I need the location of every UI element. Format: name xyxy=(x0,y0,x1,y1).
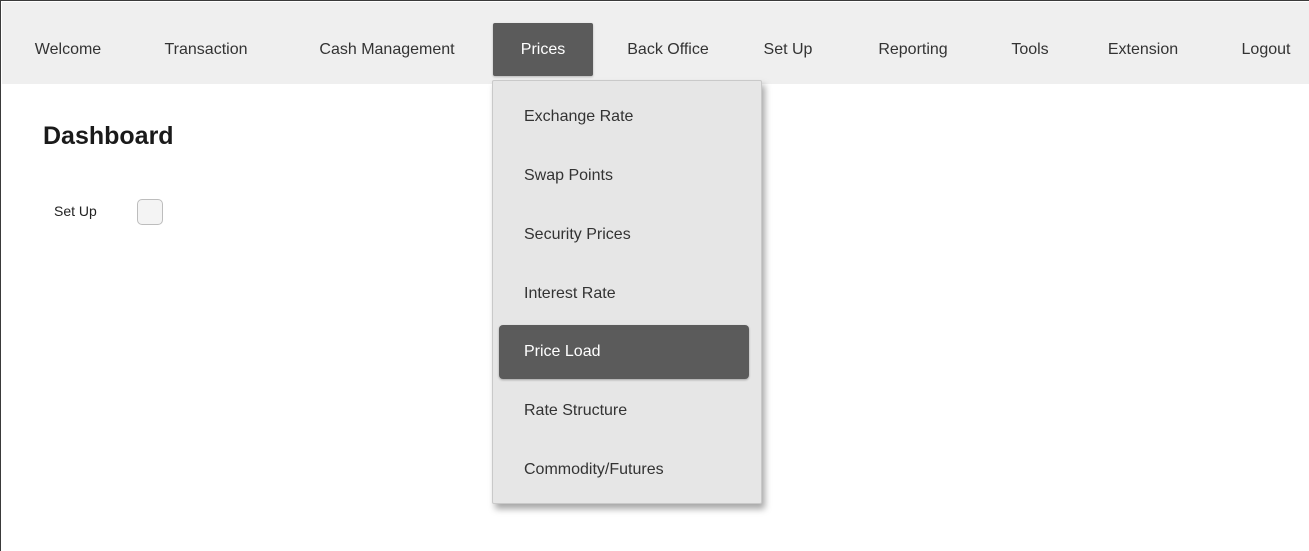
menu-item-price-load[interactable]: Price Load xyxy=(499,325,749,379)
menu-item-rate-structure[interactable]: Rate Structure xyxy=(499,384,749,438)
nav-item-tools[interactable]: Tools xyxy=(1011,23,1048,76)
nav-item-cash-management[interactable]: Cash Management xyxy=(319,23,454,76)
menu-item-swap-points[interactable]: Swap Points xyxy=(499,149,749,203)
top-navbar: Welcome Transaction Cash Management Pric… xyxy=(2,2,1309,84)
nav-item-prices[interactable]: Prices xyxy=(493,23,593,76)
page-title: Dashboard xyxy=(43,122,174,150)
menu-item-exchange-rate[interactable]: Exchange Rate xyxy=(499,90,749,144)
nav-item-set-up[interactable]: Set Up xyxy=(764,23,813,76)
menu-item-interest-rate[interactable]: Interest Rate xyxy=(499,267,749,321)
menu-item-security-prices[interactable]: Security Prices xyxy=(499,208,749,262)
app-window: Welcome Transaction Cash Management Pric… xyxy=(0,0,1309,551)
nav-item-welcome[interactable]: Welcome xyxy=(35,23,101,76)
nav-item-logout[interactable]: Logout xyxy=(1242,23,1291,76)
prices-dropdown-menu: Exchange Rate Swap Points Security Price… xyxy=(492,80,762,504)
setup-label: Set Up xyxy=(54,203,97,219)
nav-item-back-office[interactable]: Back Office xyxy=(627,23,709,76)
nav-item-reporting[interactable]: Reporting xyxy=(878,23,947,76)
nav-item-transaction[interactable]: Transaction xyxy=(165,23,248,76)
menu-item-commodity-futures[interactable]: Commodity/Futures xyxy=(499,443,749,497)
setup-checkbox[interactable] xyxy=(137,199,163,225)
nav-item-extension[interactable]: Extension xyxy=(1108,23,1178,76)
